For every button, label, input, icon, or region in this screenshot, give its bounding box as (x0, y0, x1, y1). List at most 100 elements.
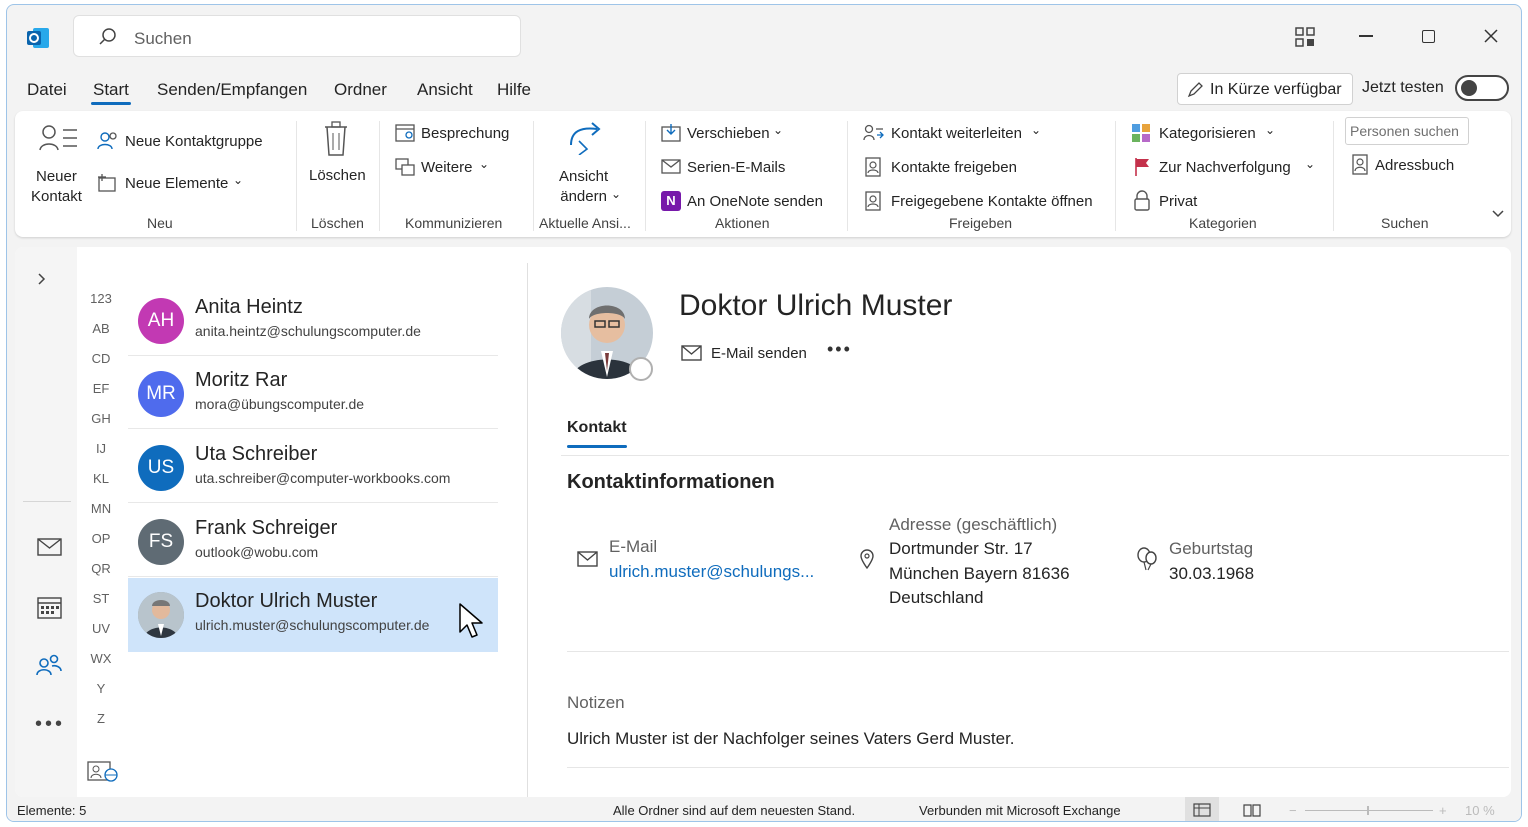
alpha-index-item[interactable]: Y (83, 681, 119, 696)
expand-nav-icon[interactable] (37, 273, 47, 285)
email-link[interactable]: ulrich.muster@schulungs... (609, 562, 814, 582)
alpha-index-item[interactable]: UV (83, 621, 119, 636)
tab-datei[interactable]: Datei (27, 80, 67, 100)
group-label-aktionen: Aktionen (715, 215, 770, 231)
try-now-toggle[interactable] (1455, 75, 1509, 101)
alpha-index-item[interactable]: ST (83, 591, 119, 606)
share-contacts-button[interactable]: Kontakte freigeben (861, 155, 1031, 179)
email-field-icon (577, 551, 598, 567)
alpha-index-item[interactable]: 123 (83, 291, 119, 306)
ribbon-divider (1115, 121, 1116, 231)
new-contact-group-button[interactable]: Neue Kontaktgruppe (95, 129, 285, 153)
contact-name: Moritz Rar (195, 369, 288, 391)
tab-ordner[interactable]: Ordner (334, 80, 387, 100)
mail-merge-button[interactable]: Serien-E-Mails (659, 155, 799, 179)
minimize-button[interactable] (1359, 35, 1373, 37)
try-now-label: Jetzt testen (1362, 79, 1444, 96)
private-button[interactable]: Privat (1129, 189, 1219, 213)
zoom-slider-thumb[interactable] (1367, 806, 1369, 815)
notes-label: Notizen (567, 693, 625, 712)
share-contacts-icon (865, 157, 881, 177)
categorize-label: Kategorisieren (1159, 125, 1256, 142)
zoom-in-icon[interactable]: + (1439, 803, 1447, 818)
tab-start[interactable]: Start (93, 80, 129, 100)
people-search-input[interactable]: Personen suchen (1345, 117, 1469, 145)
contact-email: uta.schreiber@computer-workbooks.com (195, 470, 451, 486)
active-tab-indicator (91, 102, 131, 105)
address-book-button[interactable]: Adressbuch (1349, 153, 1459, 177)
lock-icon (1134, 190, 1150, 211)
search-box[interactable]: Suchen (73, 15, 521, 57)
new-contact-group-label: Neue Kontaktgruppe (125, 133, 263, 150)
alpha-index-item[interactable]: IJ (83, 441, 119, 456)
address-label: Adresse (geschäftlich) (889, 515, 1058, 534)
alpha-index-item[interactable]: MN (83, 501, 119, 516)
alpha-index-item[interactable]: AB (83, 321, 119, 336)
zoom-slider[interactable] (1305, 810, 1433, 811)
search-placeholder: Suchen (134, 29, 192, 48)
flag-icon (1135, 158, 1149, 176)
open-shared-contacts-button[interactable]: Freigegebene Kontakte öffnen (861, 189, 1101, 213)
alpha-index-item[interactable]: GH (83, 411, 119, 426)
balloon-icon (1137, 547, 1157, 571)
alpha-index-item[interactable]: KL (83, 471, 119, 486)
tab-ansicht[interactable]: Ansicht (417, 80, 473, 100)
reading-view-icon (1243, 804, 1261, 817)
alpha-index-item[interactable]: QR (83, 561, 119, 576)
contact-group-icon (97, 132, 117, 150)
alpha-index-item[interactable]: CD (83, 351, 119, 366)
send-email-button[interactable]: E-Mail senden (681, 343, 821, 367)
tab-kontakt[interactable]: Kontakt (567, 419, 627, 437)
contact-row-anita-heintz[interactable]: AH Anita Heintz anita.heintz@schulungsco… (128, 284, 498, 356)
reading-view-button[interactable] (1243, 803, 1261, 817)
normal-view-button[interactable] (1185, 797, 1219, 821)
forward-contact-icon (863, 124, 884, 141)
move-button[interactable]: Verschieben ⌄ (659, 121, 789, 145)
contact-row-ulrich-muster[interactable]: Doktor Ulrich Muster ulrich.muster@schul… (128, 578, 498, 652)
forward-contact-button[interactable]: Kontakt weiterleiten ⌄ (861, 121, 1041, 145)
contact-row-moritz-rar[interactable]: MR Moritz Rar mora@übungscomputer.de (128, 357, 498, 429)
follow-up-button[interactable]: Zur Nachverfolgung ⌄ (1129, 155, 1319, 179)
people-search-placeholder: Personen suchen (1350, 123, 1459, 139)
sync-status: Alle Ordner sind auf dem neuesten Stand. (613, 803, 856, 818)
delete-button[interactable]: Löschen (305, 117, 367, 207)
more-apps-icon[interactable]: ••• (35, 713, 65, 736)
coming-soon-button[interactable]: In Kürze verfügbar (1177, 73, 1353, 105)
send-to-onenote-button[interactable]: N An OneNote senden (659, 189, 829, 213)
change-view-button[interactable]: Ansicht ändern ⌄ (545, 117, 625, 207)
alpha-index-item[interactable]: WX (83, 651, 119, 666)
change-view-icon (570, 122, 601, 155)
more-button[interactable]: Weitere ⌄ (393, 155, 503, 179)
alpha-index-item[interactable]: EF (83, 381, 119, 396)
meeting-button[interactable]: Besprechung (393, 121, 523, 145)
new-items-label: Neue Elemente (125, 175, 229, 192)
new-items-button[interactable]: Neue Elemente ⌄ (95, 171, 255, 195)
contact-row-frank-schreiger[interactable]: FS Frank Schreiger outlook@wobu.com (128, 505, 498, 577)
ribbon-expand-icon[interactable] (1491, 209, 1505, 219)
maximize-button[interactable] (1422, 30, 1435, 43)
contact-email: outlook@wobu.com (195, 544, 319, 560)
avatar-photo (138, 592, 184, 638)
zoom-out-icon[interactable]: − (1289, 803, 1297, 818)
people-nav-icon[interactable] (35, 653, 63, 677)
directory-icon[interactable] (87, 761, 119, 783)
close-button[interactable] (1483, 28, 1499, 44)
categorize-button[interactable]: Kategorisieren ⌄ (1129, 121, 1279, 145)
alpha-index-item[interactable]: Z (83, 711, 119, 726)
zoom-level: 10 % (1465, 803, 1495, 818)
contact-row-uta-schreiber[interactable]: US Uta Schreiber uta.schreiber@computer-… (128, 431, 498, 503)
apps-grid-icon[interactable] (1295, 27, 1315, 47)
categorize-icon (1132, 124, 1150, 142)
alpha-index-item[interactable]: OP (83, 531, 119, 546)
mail-nav-icon[interactable] (37, 537, 63, 557)
pen-icon (1187, 82, 1203, 98)
more-actions-icon[interactable]: ••• (827, 339, 852, 360)
calendar-nav-icon[interactable] (37, 595, 63, 619)
tab-senden-empfangen[interactable]: Senden/Empfangen (157, 80, 307, 100)
tab-hilfe[interactable]: Hilfe (497, 80, 531, 100)
section-divider (567, 651, 1509, 652)
open-shared-contacts-icon (865, 191, 881, 211)
group-label-neu: Neu (147, 215, 173, 231)
new-contact-button[interactable]: Neuer Kontakt (25, 117, 83, 207)
meeting-label: Besprechung (421, 125, 510, 142)
